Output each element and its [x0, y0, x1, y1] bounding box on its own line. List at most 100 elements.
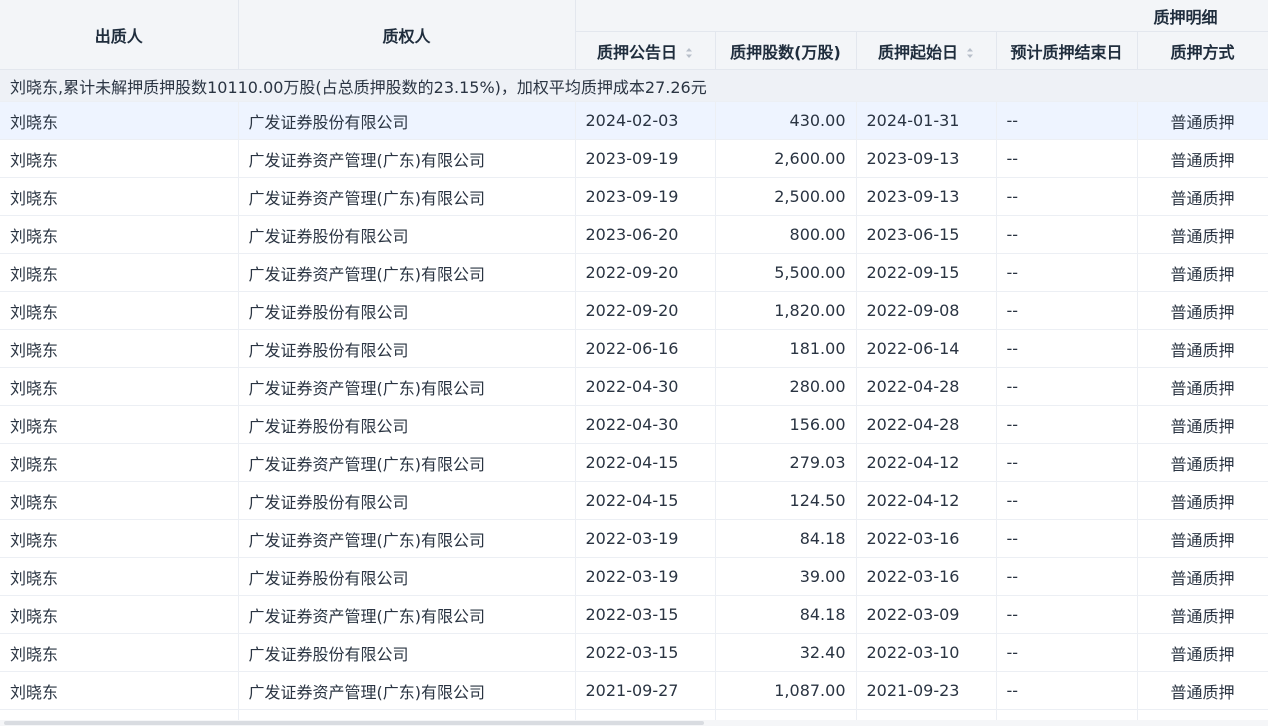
pledge-table: 出质人 质权人 质押明细 质押公告日 质押股数(万股) 质押起始日 预计质押结束…	[0, 0, 1268, 726]
sort-icon[interactable]	[685, 47, 693, 59]
cell-pledgee: 广发证券资产管理(广东)有限公司	[238, 519, 576, 558]
cell-end-date: --	[996, 443, 1138, 482]
header-shares: 质押股数(万股)	[715, 31, 857, 70]
table-body: 刘晓东,累计未解押质押股数10110.00万股(占总质押股数的23.15%)，加…	[0, 69, 1268, 726]
table-row[interactable]: 刘晓东 广发证券股份有限公司 2022-04-30 156.00 2022-04-28-…	[0, 405, 1268, 444]
cell-start-date: 2023-09-13	[856, 177, 997, 216]
cell-method: 普通质押	[1137, 481, 1268, 520]
cell-pledgee: 广发证券资产管理(广东)有限公司	[238, 177, 576, 216]
cell-shares: 5,500.00	[715, 253, 857, 292]
table-row[interactable]: 刘晓东 广发证券股份有限公司 2024-02-03 430.00 2024-01-31-…	[0, 101, 1268, 140]
summary-row: 刘晓东,累计未解押质押股数10110.00万股(占总质押股数的23.15%)，加…	[0, 69, 1268, 102]
table-row[interactable]: 刘晓东 广发证券资产管理(广东)有限公司 2022-04-30 280.00 2022-…	[0, 367, 1268, 406]
cell-method: 普通质押	[1137, 177, 1268, 216]
cell-end-date: --	[996, 481, 1138, 520]
cell-pledgor: 刘晓东	[0, 291, 239, 330]
cell-method: 普通质押	[1137, 215, 1268, 254]
cell-pledgor: 刘晓东	[0, 329, 239, 368]
table-row[interactable]: 刘晓东 广发证券资产管理(广东)有限公司 2023-09-19 2,500.00 202…	[0, 177, 1268, 216]
cell-announce-date: 2022-09-20	[575, 253, 716, 292]
table-row[interactable]: 刘晓东 广发证券股份有限公司 2022-03-15 32.40 2022-03-10 --…	[0, 633, 1268, 672]
cell-pledgor: 刘晓东	[0, 215, 239, 254]
cell-announce-date: 2022-06-16	[575, 329, 716, 368]
cell-pledgor: 刘晓东	[0, 671, 239, 710]
cell-announce-date: 2022-04-30	[575, 405, 716, 444]
cell-shares: 800.00	[715, 215, 857, 254]
table-row[interactable]: 刘晓东 广发证券股份有限公司 2022-04-15 124.50 2022-04-12-…	[0, 481, 1268, 520]
cell-pledgee: 广发证券资产管理(广东)有限公司	[238, 367, 576, 406]
cell-pledgee: 广发证券股份有限公司	[238, 291, 576, 330]
cell-method: 普通质押	[1137, 253, 1268, 292]
cell-method: 普通质押	[1137, 329, 1268, 368]
cell-end-date: --	[996, 253, 1138, 292]
cell-shares: 84.18	[715, 519, 857, 558]
table-row[interactable]: 刘晓东 广发证券资产管理(广东)有限公司 2022-03-15 84.18 2022-0…	[0, 595, 1268, 634]
cell-pledgee: 广发证券股份有限公司	[238, 215, 576, 254]
cell-start-date: 2024-01-31	[856, 101, 997, 140]
table-row[interactable]: 刘晓东 广发证券资产管理(广东)有限公司 2021-09-27 1,087.00 202…	[0, 671, 1268, 710]
cell-pledgee: 广发证券资产管理(广东)有限公司	[238, 139, 576, 178]
header-start-date-label: 质押起始日	[877, 42, 958, 62]
header-method: 质押方式	[1137, 31, 1268, 70]
summary-text: 刘晓东,累计未解押质押股数10110.00万股(占总质押股数的23.15%)，加…	[0, 69, 1268, 102]
cell-pledgor: 刘晓东	[0, 177, 239, 216]
cell-announce-date: 2022-04-15	[575, 443, 716, 482]
cell-end-date: --	[996, 671, 1138, 710]
cell-pledgee: 广发证券股份有限公司	[238, 633, 576, 672]
cell-shares: 430.00	[715, 101, 857, 140]
cell-pledgor: 刘晓东	[0, 367, 239, 406]
cell-shares: 32.40	[715, 633, 857, 672]
table-row[interactable]: 刘晓东 广发证券资产管理(广东)有限公司 2022-09-20 5,500.00 202…	[0, 253, 1268, 292]
table-row[interactable]: 刘晓东 广发证券资产管理(广东)有限公司 2022-03-19 84.18 2022-0…	[0, 519, 1268, 558]
cell-method: 普通质押	[1137, 291, 1268, 330]
cell-announce-date: 2023-09-19	[575, 177, 716, 216]
table-row[interactable]: 刘晓东 广发证券股份有限公司 2023-06-20 800.00 2023-06-15-…	[0, 215, 1268, 254]
cell-end-date: --	[996, 139, 1138, 178]
cell-end-date: --	[996, 519, 1138, 558]
cell-start-date: 2022-09-08	[856, 291, 997, 330]
table-row[interactable]: 刘晓东 广发证券股份有限公司 2022-06-16 181.00 2022-06-14-…	[0, 329, 1268, 368]
header-start-date[interactable]: 质押起始日	[856, 31, 997, 70]
cell-announce-date: 2021-09-27	[575, 671, 716, 710]
pledge-table-panel: 出质人 质权人 质押明细 质押公告日 质押股数(万股) 质押起始日 预计质押结束…	[0, 0, 1268, 726]
cell-pledgor: 刘晓东	[0, 101, 239, 140]
cell-pledgor: 刘晓东	[0, 633, 239, 672]
cell-announce-date: 2023-06-20	[575, 215, 716, 254]
cell-pledgee: 广发证券股份有限公司	[238, 329, 576, 368]
table-row[interactable]: 刘晓东 广发证券资产管理(广东)有限公司 2023-09-19 2,600.00 202…	[0, 139, 1268, 178]
header-announce-date[interactable]: 质押公告日	[575, 31, 716, 70]
cell-start-date: 2022-04-12	[856, 481, 997, 520]
cell-end-date: --	[996, 215, 1138, 254]
cell-start-date: 2022-03-16	[856, 519, 997, 558]
cell-end-date: --	[996, 291, 1138, 330]
cell-shares: 181.00	[715, 329, 857, 368]
cell-method: 普通质押	[1137, 443, 1268, 482]
cell-pledgee: 广发证券股份有限公司	[238, 557, 576, 596]
cell-start-date: 2023-06-15	[856, 215, 997, 254]
cell-method: 普通质押	[1137, 519, 1268, 558]
cell-shares: 124.50	[715, 481, 857, 520]
cell-pledgor: 刘晓东	[0, 139, 239, 178]
cell-shares: 1,820.00	[715, 291, 857, 330]
cell-announce-date: 2024-02-03	[575, 101, 716, 140]
sort-icon[interactable]	[966, 47, 974, 59]
cell-method: 普通质押	[1137, 101, 1268, 140]
cell-start-date: 2022-04-12	[856, 443, 997, 482]
cell-start-date: 2022-04-28	[856, 405, 997, 444]
table-header: 出质人 质权人 质押明细 质押公告日 质押股数(万股) 质押起始日 预计质押结束…	[0, 0, 1268, 70]
cell-method: 普通质押	[1137, 139, 1268, 178]
horizontal-scrollbar[interactable]	[0, 720, 1268, 726]
table-row[interactable]: 刘晓东 广发证券股份有限公司 2022-03-19 39.00 2022-03-16 --…	[0, 557, 1268, 596]
table-row[interactable]: 刘晓东 广发证券股份有限公司 2022-09-20 1,820.00 2022-09-0…	[0, 291, 1268, 330]
cell-start-date: 2022-03-10	[856, 633, 997, 672]
cell-announce-date: 2022-03-15	[575, 633, 716, 672]
cell-pledgor: 刘晓东	[0, 443, 239, 482]
cell-method: 普通质押	[1137, 633, 1268, 672]
cell-shares: 84.18	[715, 595, 857, 634]
cell-shares: 2,500.00	[715, 177, 857, 216]
table-row[interactable]: 刘晓东 广发证券资产管理(广东)有限公司 2022-04-15 279.03 2022-…	[0, 443, 1268, 482]
cell-end-date: --	[996, 405, 1138, 444]
cell-start-date: 2023-09-13	[856, 139, 997, 178]
cell-pledgor: 刘晓东	[0, 557, 239, 596]
scrollbar-thumb[interactable]	[4, 721, 704, 725]
